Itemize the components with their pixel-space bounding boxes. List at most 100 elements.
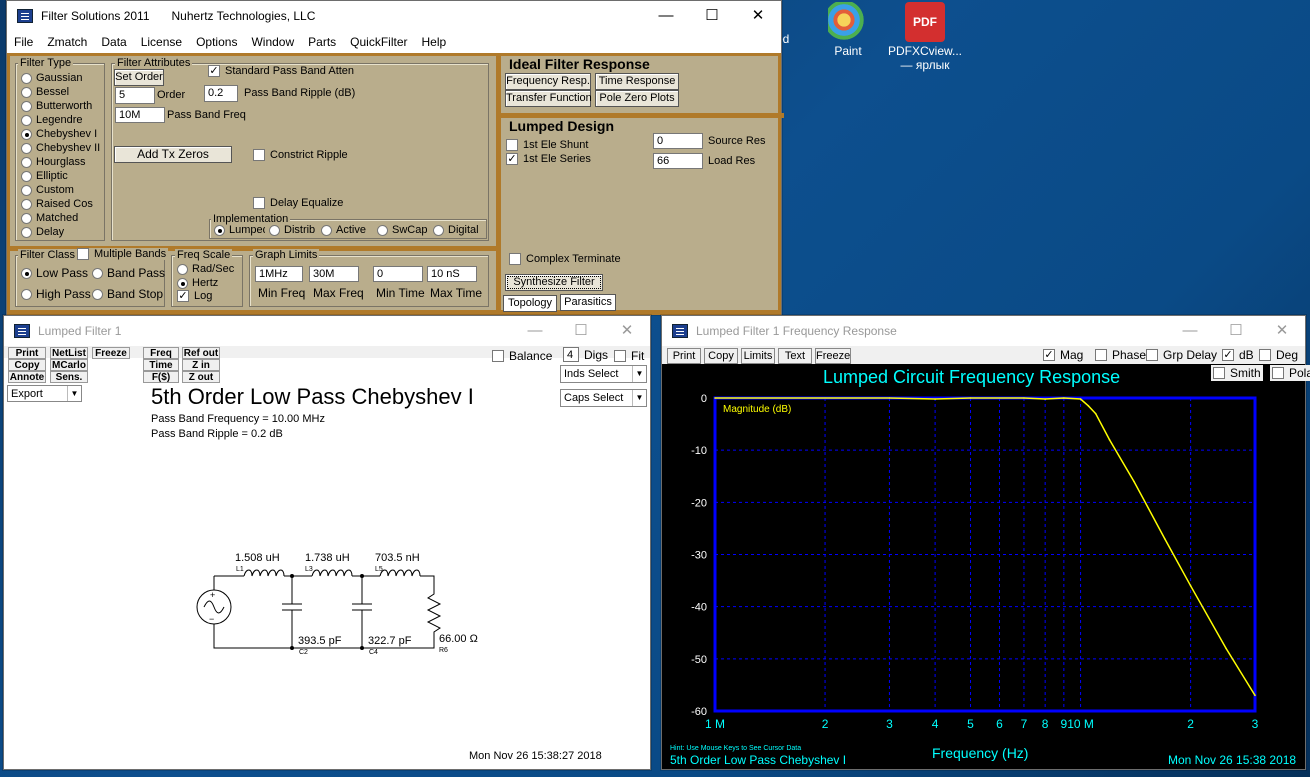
menu-help[interactable]: Help (415, 35, 454, 49)
data-point (1094, 412, 1097, 415)
pole-zero-plots-button[interactable]: Pole Zero Plots (595, 90, 679, 107)
menu-license[interactable]: License (134, 35, 189, 49)
radio-indicator (21, 114, 32, 126)
filter-type-radio[interactable]: Delay (21, 226, 64, 238)
complex-terminate-checkbox[interactable]: Complex Terminate (509, 253, 621, 265)
menu-window[interactable]: Window (244, 35, 301, 49)
menu-options[interactable]: Options (189, 35, 244, 49)
company-name: Nuhertz Technologies, LLC (171, 9, 316, 23)
ripple-field[interactable]: 0.2 (204, 85, 238, 102)
lumped-toolbar-button[interactable]: Ref out (182, 347, 220, 359)
maximize-icon[interactable]: ☐ (558, 316, 604, 346)
desktop-icon-paint[interactable]: Paint (809, 2, 887, 58)
frequency-response-plot: 1 M 2 3 4 5 6 7 8 9 10 M 2 30-10-20-30-40-50-60 (691, 393, 1259, 731)
menu-zmatch[interactable]: Zmatch (40, 35, 94, 49)
transfer-function-button[interactable]: Transfer Function (505, 90, 592, 107)
multiple-bands-checkbox[interactable]: Multiple Bands (77, 248, 169, 260)
filter-type-radio[interactable]: Hourglass (21, 156, 86, 168)
lumped-toolbar-button[interactable]: Annote (8, 371, 46, 383)
constrict-ripple-checkbox[interactable]: Constrict Ripple (253, 149, 348, 161)
minimize-icon[interactable]: — (512, 316, 558, 346)
digs-field[interactable]: 4 (563, 347, 579, 362)
filter-type-radio[interactable]: Custom (21, 184, 74, 196)
implementation-radio[interactable]: Digital (433, 224, 479, 236)
implementation-radio[interactable]: SwCap (377, 224, 427, 236)
lumped-toolbar-button[interactable]: Copy (8, 359, 46, 371)
lumped-toolbar-button[interactable]: Sens. (50, 371, 88, 383)
load-res-field[interactable]: 66 (653, 153, 703, 169)
pass-band-frequency-info: Pass Band Frequency = 10.00 MHz (151, 413, 325, 425)
fit-checkbox[interactable]: Fit (614, 349, 644, 363)
filter-class-label: High Pass (36, 287, 91, 301)
order-field[interactable]: 5 (115, 87, 155, 104)
log-checkbox[interactable]: ✓ Log (177, 290, 212, 302)
filter-type-radio[interactable]: Gaussian (21, 72, 82, 84)
lumped-toolbar-button[interactable]: Time (143, 359, 179, 371)
y-tick-label: -10 (691, 445, 707, 457)
desktop-icon-pdfxc[interactable]: PDF PDFXCview... — ярлык (886, 2, 964, 72)
filter-type-radio[interactable]: Elliptic (21, 170, 68, 182)
filter-type-radio[interactable]: Matched (21, 212, 78, 224)
inds-select-dropdown[interactable]: Inds Select ▼ (560, 365, 647, 383)
filter-type-radio[interactable]: Legendre (21, 114, 83, 126)
first-ele-shunt-checkbox[interactable]: 1st Ele Shunt (506, 139, 588, 151)
lumped-toolbar-button[interactable]: Freq (143, 347, 179, 359)
tab-parasitics[interactable]: Parasitics (560, 294, 616, 311)
filter-type-radio[interactable]: Bessel (21, 86, 69, 98)
caps-select-dropdown[interactable]: Caps Select ▼ (560, 389, 647, 407)
filter-class-radio[interactable]: Low Pass (21, 266, 88, 280)
implementation-radio[interactable]: Lumped (214, 224, 265, 236)
std-pass-band-atten-checkbox[interactable]: ✓ Standard Pass Band Atten (208, 65, 354, 77)
minimize-icon[interactable]: — (643, 1, 689, 31)
filter-type-radio[interactable]: Chebyshev I (21, 128, 97, 140)
implementation-radio[interactable]: Distrib (269, 224, 315, 236)
min-time-field[interactable]: 0 (373, 266, 423, 282)
delay-equalize-checkbox[interactable]: Delay Equalize (253, 197, 343, 209)
filter-type-radio[interactable]: Chebyshev II (21, 142, 100, 154)
lumped-toolbar-button[interactable]: Print (8, 347, 46, 359)
freq-scale-radio[interactable]: Hertz (177, 277, 218, 289)
tab-topology[interactable]: Topology (503, 295, 557, 312)
lumped-toolbar-button[interactable]: Z in (182, 359, 220, 371)
close-icon[interactable]: ✕ (604, 316, 650, 346)
lumped-toolbar-button[interactable]: Freeze (92, 347, 130, 359)
source-res-field[interactable]: 0 (653, 133, 703, 149)
menu-parts[interactable]: Parts (301, 35, 343, 49)
filter-type-radio[interactable]: Raised Cos (21, 198, 93, 210)
time-response-button[interactable]: Time Response (595, 73, 679, 90)
min-time-label: Min Time (376, 286, 425, 300)
min-freq-field[interactable]: 1MHz (255, 266, 303, 282)
pass-band-freq-field[interactable]: 10M (115, 107, 165, 123)
filter-type-radio[interactable]: Butterworth (21, 100, 92, 112)
balance-checkbox[interactable]: Balance (492, 349, 552, 363)
first-ele-series-checkbox[interactable]: ✓ 1st Ele Series (506, 153, 591, 165)
menu-quickfilter[interactable]: QuickFilter (343, 35, 414, 49)
order-label: Order (157, 89, 186, 101)
fit-label: Fit (631, 349, 645, 363)
lumped-toolbar-button[interactable]: F($) (143, 371, 179, 383)
set-order-button[interactable]: Set Order (114, 69, 164, 86)
radio-indicator (214, 224, 225, 236)
lumped-toolbar-button[interactable]: NetList (50, 347, 88, 359)
close-icon[interactable]: ✕ (735, 1, 781, 31)
freq-scale-radio[interactable]: Rad/Sec (177, 263, 234, 275)
filter-class-radio[interactable]: High Pass (21, 287, 91, 301)
lumped-toolbar-button[interactable]: Z out (182, 371, 220, 383)
filter-type-label: Legendre (36, 114, 83, 126)
frequency-resp-button[interactable]: Frequency Resp. (505, 73, 591, 90)
lumped-toolbar-button[interactable]: MCarlo (50, 359, 88, 371)
max-time-field[interactable]: 10 nS (427, 266, 477, 282)
add-tx-zeros-button[interactable]: Add Tx Zeros (114, 146, 232, 163)
implementation-radio[interactable]: Active (321, 224, 366, 236)
filter-type-label: Chebyshev I (36, 128, 98, 140)
menu-file[interactable]: File (7, 35, 40, 49)
export-dropdown[interactable]: Export ▼ (7, 385, 82, 402)
x-tick-label: 4 (932, 717, 939, 731)
filter-class-radio[interactable]: Band Pass (92, 266, 165, 280)
menu-data[interactable]: Data (94, 35, 133, 49)
radio-indicator (21, 288, 32, 300)
synthesize-filter-button[interactable]: Synthesize Filter (505, 274, 603, 291)
filter-class-radio[interactable]: Band Stop (92, 287, 163, 301)
max-freq-field[interactable]: 30M (309, 266, 359, 282)
maximize-icon[interactable]: ☐ (689, 1, 735, 31)
